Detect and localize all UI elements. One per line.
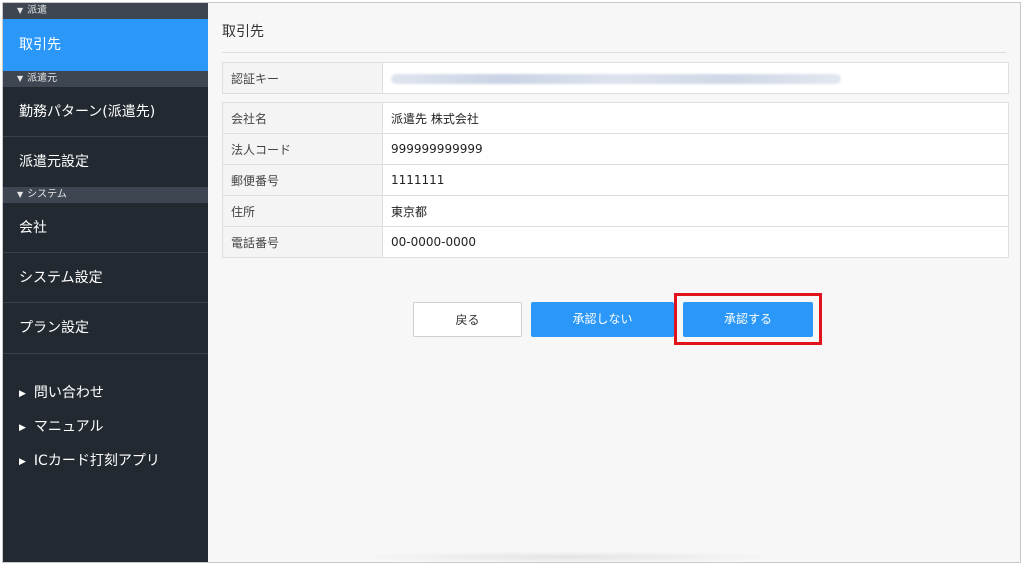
- sidebar-item-plan-settings[interactable]: プラン設定: [3, 303, 208, 353]
- field-key: 会社名: [222, 102, 383, 134]
- bottom-shadow: [348, 551, 788, 562]
- auth-key-label: 認証キー: [222, 62, 383, 94]
- field-value: 00-0000-0000: [382, 226, 1009, 258]
- field-key: 住所: [222, 195, 383, 227]
- section-header-label: 派遣元: [27, 73, 58, 84]
- link-ic-card-app[interactable]: ▶ ICカード打刻アプリ: [3, 444, 208, 478]
- section-header-dispatch: ▼ 派遣: [3, 3, 208, 19]
- section-header-dispatcher: ▼ 派遣元: [3, 71, 208, 87]
- triangle-down-icon: ▼: [17, 190, 24, 199]
- blurred-key: [391, 73, 841, 84]
- divider: [222, 52, 1006, 53]
- link-label: 問い合わせ: [33, 385, 104, 401]
- table-row: 住所 東京都: [222, 195, 1009, 227]
- triangle-right-icon: ▶: [19, 457, 26, 467]
- reject-button[interactable]: 承認しない: [531, 302, 674, 337]
- section-header-label: 派遣: [27, 5, 48, 16]
- sidebar-item-label: 派遣元設定: [19, 154, 89, 170]
- table-row: 法人コード 999999999999: [222, 133, 1009, 165]
- link-label: ICカード打刻アプリ: [33, 453, 160, 469]
- sidebar-item-label: 勤務パターン(派遣先): [19, 104, 156, 120]
- triangle-down-icon: ▼: [17, 74, 24, 83]
- sidebar-item-system-settings[interactable]: システム設定: [3, 253, 208, 303]
- sidebar-item-dispatcher-settings[interactable]: 派遣元設定: [3, 137, 208, 187]
- sidebar-item-label: 会社: [19, 220, 47, 236]
- field-value: 東京都: [382, 195, 1009, 227]
- sidebar-links: ▶ 問い合わせ ▶ マニュアル ▶ ICカード打刻アプリ: [3, 353, 208, 478]
- app-window: ▼ 派遣 取引先 ▼ 派遣元 勤務パターン(派遣先) 派遣元設定 ▼ システム 会社 …: [2, 2, 1021, 563]
- section-header-label: システム: [27, 189, 67, 200]
- table-row: 会社名 派遣先 株式会社: [222, 102, 1009, 134]
- auth-key-table: 認証キー: [222, 62, 1009, 94]
- link-contact[interactable]: ▶ 問い合わせ: [3, 376, 208, 410]
- field-key: 郵便番号: [222, 164, 383, 196]
- page-title: 取引先: [222, 24, 264, 40]
- sidebar-item-label: システム設定: [19, 270, 103, 286]
- triangle-down-icon: ▼: [17, 6, 24, 15]
- sidebar-item-company[interactable]: 会社: [3, 203, 208, 253]
- auth-key-value: [382, 62, 1009, 94]
- field-value: 派遣先 株式会社: [382, 102, 1009, 134]
- main-content: 取引先 認証キー 会社名 派遣先 株式会社 法人コード 999999999999…: [208, 3, 1020, 562]
- field-value: 1111111: [382, 164, 1009, 196]
- link-manual[interactable]: ▶ マニュアル: [3, 410, 208, 444]
- table-row: 郵便番号 1111111: [222, 164, 1009, 196]
- section-header-system: ▼ システム: [3, 187, 208, 203]
- back-button[interactable]: 戻る: [413, 302, 522, 337]
- triangle-right-icon: ▶: [19, 389, 26, 399]
- link-label: マニュアル: [33, 419, 104, 435]
- field-key: 電話番号: [222, 226, 383, 258]
- sidebar-item-work-pattern[interactable]: 勤務パターン(派遣先): [3, 87, 208, 137]
- field-value: 999999999999: [382, 133, 1009, 165]
- approve-button[interactable]: 承認する: [683, 302, 813, 337]
- sidebar-item-clients[interactable]: 取引先: [3, 19, 208, 71]
- triangle-right-icon: ▶: [19, 423, 26, 433]
- table-row: 認証キー: [222, 62, 1009, 94]
- table-row: 電話番号 00-0000-0000: [222, 226, 1009, 258]
- sidebar: ▼ 派遣 取引先 ▼ 派遣元 勤務パターン(派遣先) 派遣元設定 ▼ システム 会社 …: [3, 3, 208, 562]
- sidebar-item-label: 取引先: [19, 37, 61, 53]
- company-info-table: 会社名 派遣先 株式会社 法人コード 999999999999 郵便番号 111…: [222, 102, 1009, 258]
- field-key: 法人コード: [222, 133, 383, 165]
- sidebar-item-label: プラン設定: [19, 320, 89, 336]
